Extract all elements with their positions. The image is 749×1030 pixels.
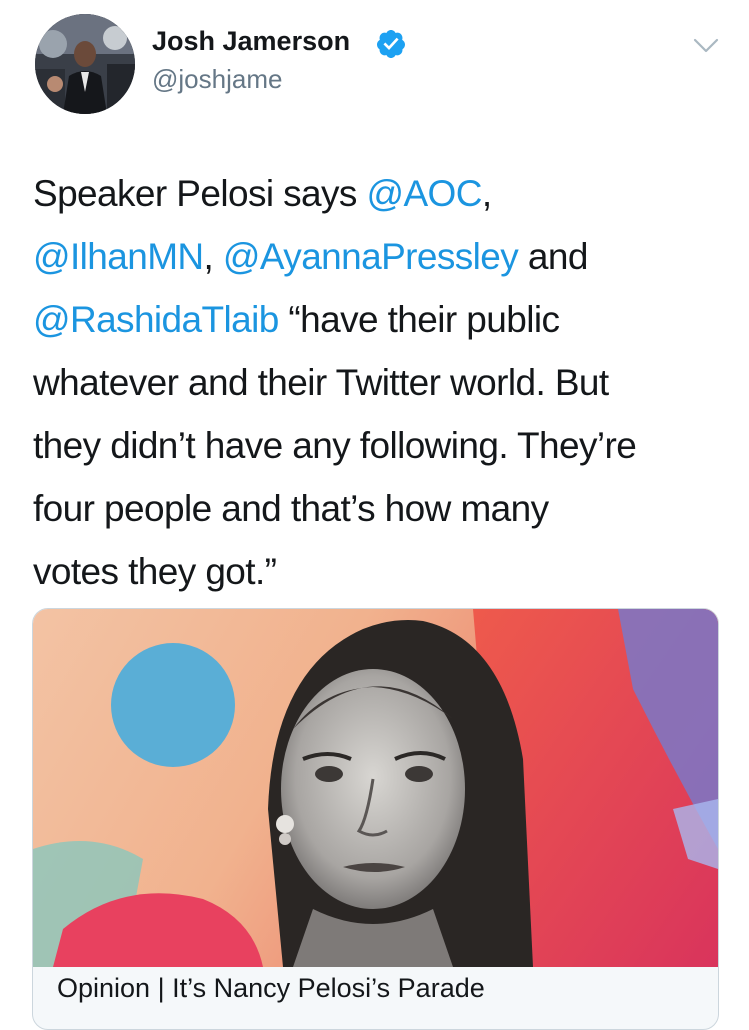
tweet-text-segment: , (481, 173, 492, 214)
tweet-text-segment: votes they got.” (33, 551, 277, 592)
mention-link[interactable]: @IlhanMN (33, 236, 204, 277)
tweet-line: they didn’t have any following. They’re (33, 414, 733, 477)
avatar[interactable] (35, 14, 135, 114)
verified-badge-icon (376, 30, 405, 58)
tweet-text-segment: “have their public (278, 299, 560, 340)
tweet-line: whatever and their Twitter world. But (33, 351, 733, 414)
card-title[interactable]: Opinion | It’s Nancy Pelosi’s Parade (57, 973, 697, 1004)
tweet-text-segment: whatever and their Twitter world. But (33, 362, 609, 403)
link-card[interactable]: Opinion | It’s Nancy Pelosi’s Parade (32, 608, 719, 1030)
tweet-line: @RashidaTlaib “have their public (33, 288, 733, 351)
chevron-down-icon[interactable] (690, 32, 722, 58)
tweet-line: four people and that’s how many (33, 477, 733, 540)
tweet-text: Speaker Pelosi says @AOC, @IlhanMN, @Ayan… (33, 162, 733, 603)
tweet-text-segment: Speaker Pelosi says (33, 173, 367, 214)
card-image (33, 609, 718, 967)
tweet-line: @IlhanMN, @AyannaPressley and (33, 225, 733, 288)
mention-link[interactable]: @AyannaPressley (223, 236, 519, 277)
mention-link[interactable]: @RashidaTlaib (33, 299, 279, 340)
user-name[interactable]: Josh Jamerson (152, 26, 350, 57)
tweet-text-segment: four people and that’s how many (33, 488, 549, 529)
mention-link[interactable]: @AOC (367, 173, 483, 214)
tweet-text-segment: , (203, 236, 223, 277)
user-handle[interactable]: @joshjame (152, 64, 282, 95)
tweet-line: Speaker Pelosi says @AOC, (33, 162, 733, 225)
tweet-header: Josh Jamerson @joshjame (0, 0, 749, 130)
tweet-text-segment: and (518, 236, 589, 277)
tweet-line: votes they got.” (33, 540, 733, 603)
avatar-photo (35, 14, 135, 114)
tweet-text-segment: they didn’t have any following. They’re (33, 425, 637, 466)
